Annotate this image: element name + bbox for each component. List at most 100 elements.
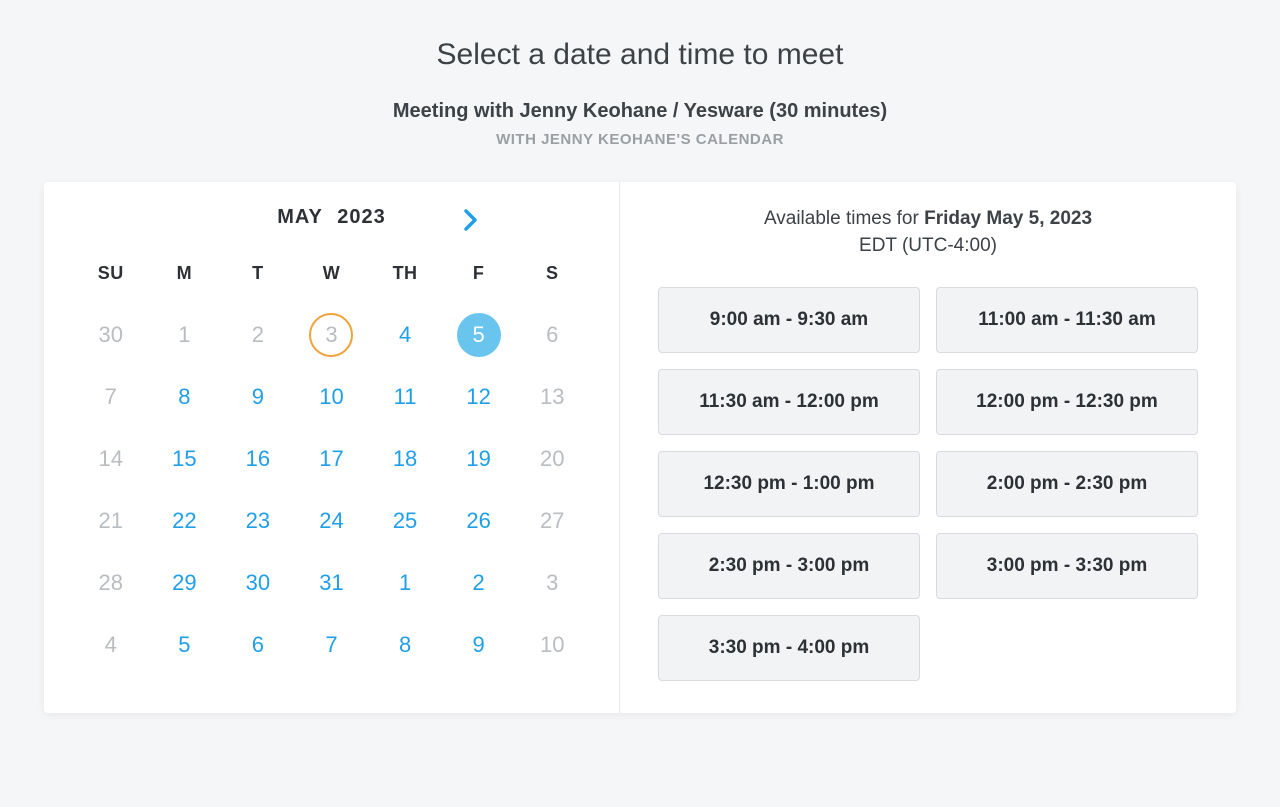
calendar-day-number: 8 (383, 623, 427, 667)
calendar-day-number: 21 (89, 499, 133, 543)
calendar-day-number: 10 (530, 623, 574, 667)
weekday-header-row: SUMTWTHFS (74, 263, 589, 284)
timezone-label: EDT (UTC-4:00) (859, 235, 997, 256)
calendar-day: 7 (74, 366, 148, 428)
calendar-day[interactable]: 8 (368, 614, 442, 676)
calendar-day[interactable]: 1 (368, 552, 442, 614)
calendar-day[interactable]: 16 (221, 428, 295, 490)
calendar-day-number: 4 (89, 623, 133, 667)
time-slot-button[interactable]: 11:30 am - 12:00 pm (658, 369, 920, 435)
meeting-subtitle: Meeting with Jenny Keohane / Yesware (30… (0, 100, 1280, 123)
calendar-day[interactable]: 5 (442, 304, 516, 366)
calendar-day[interactable]: 26 (442, 490, 516, 552)
calendar-day[interactable]: 9 (221, 366, 295, 428)
calendar-day-number: 6 (530, 313, 574, 357)
calendar-day[interactable]: 7 (295, 614, 369, 676)
time-slot-button[interactable]: 3:00 pm - 3:30 pm (936, 533, 1198, 599)
calendar-week-row: 456789 10 (74, 614, 589, 676)
calendar-day[interactable]: 22 (148, 490, 222, 552)
calendar-day-number: 12 (457, 375, 501, 419)
calendar-day-number: 4 (383, 313, 427, 357)
calendar-week-row: 789 10 11 12 13 (74, 366, 589, 428)
calendar-day-number: 10 (309, 375, 353, 419)
calendar-day[interactable]: 31 (295, 552, 369, 614)
calendar-day[interactable]: 25 (368, 490, 442, 552)
time-slots-grid: 9:00 am - 9:30 am11:00 am - 11:30 am11:3… (650, 287, 1206, 681)
calendar-day[interactable]: 19 (442, 428, 516, 490)
time-slot-button[interactable]: 2:00 pm - 2:30 pm (936, 451, 1198, 517)
calendar-day-number: 24 (309, 499, 353, 543)
weekday-cell: T (221, 263, 295, 284)
calendar-day[interactable]: 10 (295, 366, 369, 428)
calendar-day-number: 27 (530, 499, 574, 543)
time-slot-button[interactable]: 9:00 am - 9:30 am (658, 287, 920, 353)
next-month-button[interactable] (463, 208, 479, 232)
calendar-day[interactable]: 29 (148, 552, 222, 614)
calendar-week-row: 28 29 30 31 123 (74, 552, 589, 614)
calendar-day-number: 9 (236, 375, 280, 419)
calendar-day-number: 7 (309, 623, 353, 667)
weekday-cell: F (442, 263, 516, 284)
calendar-panel: MAY 2023 SUMTWTHFS 301234567891011121314… (44, 182, 620, 713)
weekday-cell: TH (368, 263, 442, 284)
calendar-day[interactable]: 5 (148, 614, 222, 676)
time-slot-button[interactable]: 12:00 pm - 12:30 pm (936, 369, 1198, 435)
calendar-day[interactable]: 8 (148, 366, 222, 428)
calendar-day-number: 30 (236, 561, 280, 605)
calendar-day-number: 3 (530, 561, 574, 605)
calendar-day-number: 9 (457, 623, 501, 667)
month-label: MAY (277, 206, 323, 228)
calendar-day: 4 (74, 614, 148, 676)
calendar-day-number: 7 (89, 375, 133, 419)
calendar-day-number: 5 (457, 313, 501, 357)
calendar-day-number: 3 (309, 313, 353, 357)
calendar-day[interactable]: 30 (221, 552, 295, 614)
calendar-day[interactable]: 2 (442, 552, 516, 614)
calendar-day[interactable]: 18 (368, 428, 442, 490)
calendar-day-number: 2 (236, 313, 280, 357)
calendar-day[interactable]: 4 (368, 304, 442, 366)
times-panel: Available times for Friday May 5, 2023 E… (620, 182, 1236, 713)
calendar-day[interactable]: 15 (148, 428, 222, 490)
calendar-day: 27 (515, 490, 589, 552)
calendar-day-number: 1 (162, 313, 206, 357)
time-slot-button[interactable]: 2:30 pm - 3:00 pm (658, 533, 920, 599)
calendar-day[interactable]: 9 (442, 614, 516, 676)
time-slot-button[interactable]: 12:30 pm - 1:00 pm (658, 451, 920, 517)
calendar-day: 28 (74, 552, 148, 614)
available-times-prefix: Available times for (764, 208, 924, 229)
calendar-day: 14 (74, 428, 148, 490)
calendar-day[interactable]: 17 (295, 428, 369, 490)
calendar-day[interactable]: 6 (221, 614, 295, 676)
calendar-day-number: 1 (383, 561, 427, 605)
calendar-day: 3 (515, 552, 589, 614)
calendar-day-number: 25 (383, 499, 427, 543)
calendar-day-number: 11 (383, 375, 427, 419)
available-times-header: Available times for Friday May 5, 2023 E… (650, 206, 1206, 259)
calendar-day-number: 26 (457, 499, 501, 543)
calendar-day[interactable]: 24 (295, 490, 369, 552)
weekday-cell: M (148, 263, 222, 284)
calendar-day-number: 20 (530, 437, 574, 481)
time-slot-button[interactable]: 11:00 am - 11:30 am (936, 287, 1198, 353)
time-slot-button[interactable]: 3:30 pm - 4:00 pm (658, 615, 920, 681)
calendar-day-number: 2 (457, 561, 501, 605)
calendar-day[interactable]: 23 (221, 490, 295, 552)
calendar-day-number: 8 (162, 375, 206, 419)
calendar-day-number: 31 (309, 561, 353, 605)
calendar-owner-label: WITH JENNY KEOHANE'S CALENDAR (0, 131, 1280, 148)
calendar-day: 13 (515, 366, 589, 428)
calendar-day-number: 6 (236, 623, 280, 667)
calendar-day-number: 19 (457, 437, 501, 481)
available-times-date: Friday May 5, 2023 (924, 208, 1092, 229)
calendar-day: 3 (295, 304, 369, 366)
calendar-day-number: 29 (162, 561, 206, 605)
calendar-day[interactable]: 12 (442, 366, 516, 428)
calendar-day: 10 (515, 614, 589, 676)
calendar-day-number: 15 (162, 437, 206, 481)
calendar-week-row: 21 2223 24 25 26 27 (74, 490, 589, 552)
calendar-day: 21 (74, 490, 148, 552)
page-title: Select a date and time to meet (0, 38, 1280, 72)
calendar-day[interactable]: 11 (368, 366, 442, 428)
weekday-cell: W (295, 263, 369, 284)
